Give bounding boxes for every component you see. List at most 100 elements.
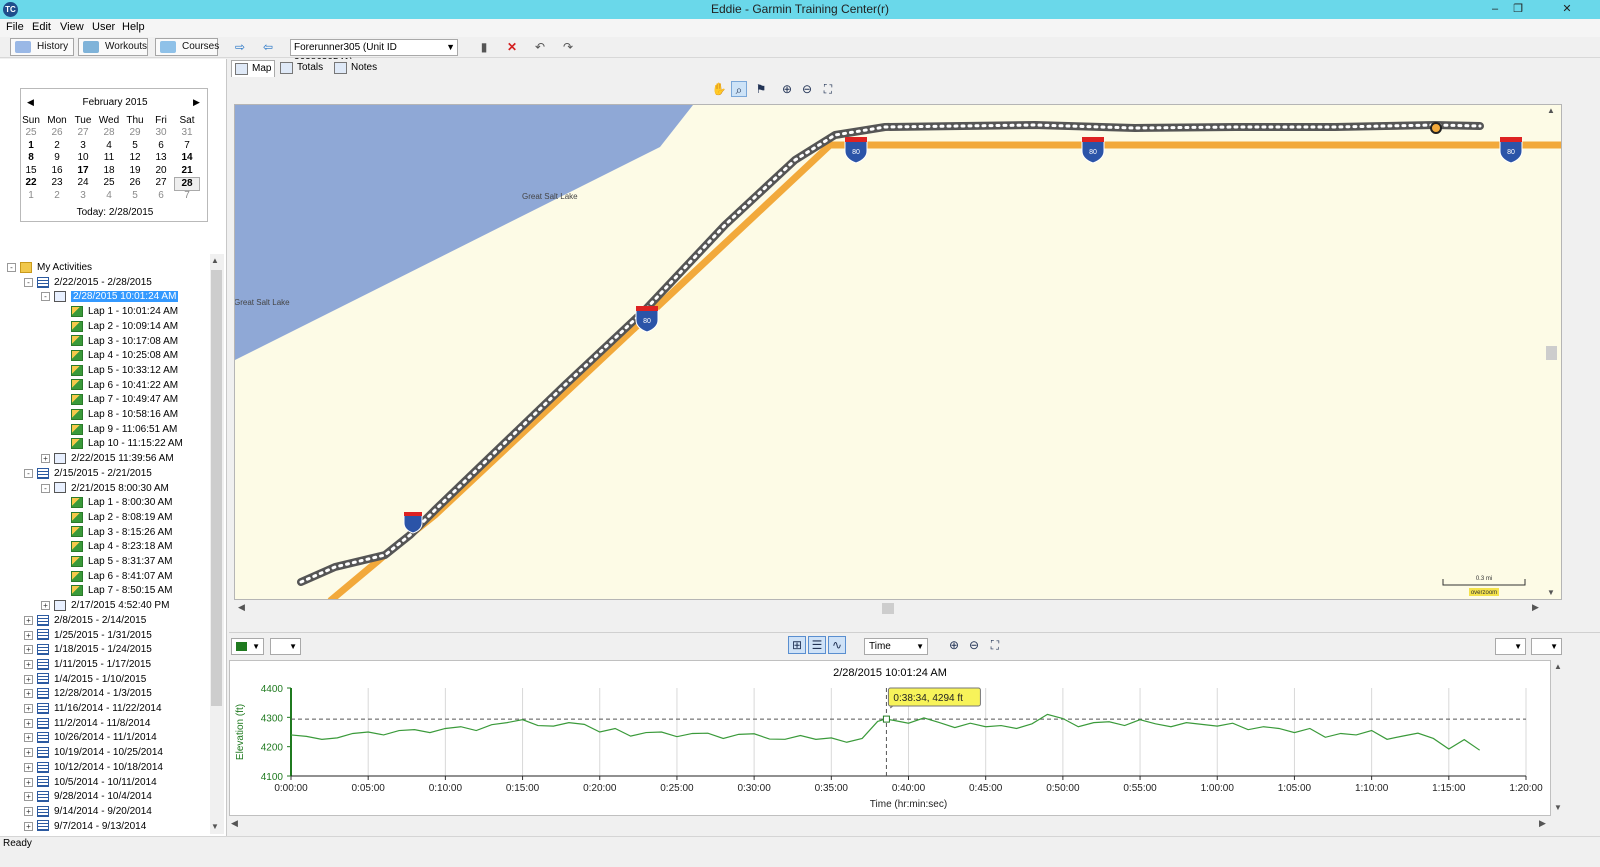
tab-notes[interactable]: Notes	[331, 60, 379, 77]
scroll-right-icon[interactable]: ▶	[1539, 818, 1546, 829]
tree-week[interactable]: 2/15/2015 - 2/21/2015	[37, 466, 152, 481]
save-icon[interactable]: ▮	[475, 40, 493, 54]
tree-lap[interactable]: Lap 2 - 10:09:14 AM	[71, 319, 178, 334]
tree-week[interactable]: 1/4/2015 - 1/10/2015	[37, 672, 146, 687]
tree-lap[interactable]: Lap 7 - 10:49:47 AM	[71, 392, 178, 407]
graph-grid-icon[interactable]: ☰	[808, 636, 826, 654]
tree-activity[interactable]: 2/28/2015 10:01:24 AM	[54, 289, 179, 304]
calendar-day[interactable]: 1	[18, 190, 44, 202]
tree-week[interactable]: 11/16/2014 - 11/22/2014	[37, 701, 162, 716]
redo-icon[interactable]: ↷	[559, 40, 577, 54]
expand-icon[interactable]: +	[24, 733, 33, 743]
expand-icon[interactable]: +	[24, 748, 33, 758]
collapse-icon[interactable]: -	[24, 468, 33, 478]
tree-week[interactable]: 10/12/2014 - 10/18/2014	[37, 760, 163, 775]
calendar-day[interactable]: 2	[44, 190, 70, 202]
expand-icon[interactable]: +	[24, 806, 33, 816]
scroll-down-icon[interactable]: ▼	[211, 822, 219, 831]
tree-lap[interactable]: Lap 3 - 10:17:08 AM	[71, 334, 178, 349]
tree-week[interactable]: 12/28/2014 - 1/3/2015	[37, 686, 152, 701]
scroll-up-icon[interactable]: ▲	[1554, 662, 1562, 671]
tree-week[interactable]: 9/7/2014 - 9/13/2014	[37, 819, 146, 834]
close-button[interactable]: ✕	[1534, 0, 1600, 19]
history-button[interactable]: History	[10, 38, 74, 56]
menu-user[interactable]: User	[92, 21, 115, 33]
x-axis-select[interactable]: Time ▼	[864, 638, 928, 655]
tree-activity[interactable]: 2/17/2015 4:52:40 PM	[54, 598, 169, 613]
calendar-day[interactable]: 21	[174, 165, 200, 177]
right-combo-1[interactable]: ▼	[1495, 638, 1526, 655]
tree-week[interactable]: 1/11/2015 - 1/17/2015	[37, 657, 151, 672]
send-to-device-icon[interactable]: ⇨	[231, 40, 249, 54]
calendar-day[interactable]: 31	[174, 127, 200, 139]
tree-week[interactable]: 10/19/2014 - 10/25/2014	[37, 745, 163, 760]
menu-file[interactable]: File	[6, 21, 24, 33]
tree-week[interactable]: 10/26/2014 - 11/1/2014	[37, 730, 157, 745]
zoom-select-icon[interactable]: ⌕	[731, 81, 747, 97]
tree-lap[interactable]: Lap 6 - 10:41:22 AM	[71, 378, 178, 393]
menu-edit[interactable]: Edit	[32, 21, 51, 33]
tree-lap[interactable]: Lap 1 - 8:00:30 AM	[71, 495, 173, 510]
calendar-day[interactable]: 1	[18, 140, 44, 152]
graph-type-select[interactable]: ▼	[270, 638, 301, 655]
menu-view[interactable]: View	[60, 21, 84, 33]
tree-week[interactable]: 9/28/2014 - 10/4/2014	[37, 789, 152, 804]
calendar-day[interactable]: 3	[70, 140, 96, 152]
delete-icon[interactable]: ✕	[503, 40, 521, 54]
map-hscroll-thumb[interactable]	[882, 603, 894, 614]
map-horizontal-scrollbar[interactable]: ◀ ▶	[234, 602, 1544, 615]
calendar-day[interactable]: 4	[96, 190, 122, 202]
tree-week[interactable]: 10/5/2014 - 10/11/2014	[37, 775, 157, 790]
scroll-left-icon[interactable]: ◀	[238, 602, 245, 613]
tree-week[interactable]: 1/25/2015 - 1/31/2015	[37, 628, 152, 643]
expand-icon[interactable]: +	[24, 630, 33, 640]
expand-icon[interactable]: +	[24, 674, 33, 684]
scroll-up-icon[interactable]: ▲	[211, 256, 219, 265]
expand-icon[interactable]: +	[24, 792, 33, 802]
zoom-fit-icon[interactable]: ⛶	[820, 81, 836, 97]
tree-lap[interactable]: Lap 5 - 10:33:12 AM	[71, 363, 178, 378]
calendar-day[interactable]: 9	[44, 152, 70, 164]
receive-from-device-icon[interactable]: ⇦	[259, 40, 277, 54]
map-vertical-scrollbar[interactable]: ▲ ▼	[1545, 104, 1558, 600]
zoom-in-icon[interactable]: ⊕	[779, 81, 795, 97]
menu-help[interactable]: Help	[122, 21, 145, 33]
scroll-down-icon[interactable]: ▼	[1554, 803, 1562, 812]
tree-lap[interactable]: Lap 8 - 10:58:16 AM	[71, 407, 178, 422]
calendar-day[interactable]: 3	[70, 190, 96, 202]
map-canvas[interactable]: 80 80 80 80 Great Salt Lake Great Salt L…	[234, 104, 1562, 600]
tab-map[interactable]: Map	[231, 60, 275, 77]
expand-icon[interactable]: +	[24, 659, 33, 669]
tree-lap[interactable]: Lap 5 - 8:31:37 AM	[71, 554, 173, 569]
calendar-next-button[interactable]: ▶	[193, 97, 200, 108]
tree-lap[interactable]: Lap 7 - 8:50:15 AM	[71, 583, 173, 598]
minimize-button[interactable]: –	[1483, 0, 1507, 19]
calendar-day[interactable]: 17	[70, 165, 96, 177]
tree-week[interactable]: 1/18/2015 - 1/24/2015	[37, 642, 152, 657]
calendar-day[interactable]: 8	[18, 152, 44, 164]
tree-lap[interactable]: Lap 1 - 10:01:24 AM	[71, 304, 178, 319]
scroll-right-icon[interactable]: ▶	[1532, 602, 1539, 613]
calendar-day[interactable]: 20	[148, 165, 174, 177]
right-combo-2[interactable]: ▼	[1531, 638, 1562, 655]
expand-icon[interactable]: +	[24, 645, 33, 655]
calendar-day[interactable]: 5	[122, 190, 148, 202]
calendar-day[interactable]: 29	[122, 127, 148, 139]
calendar-day[interactable]: 30	[148, 127, 174, 139]
expand-icon[interactable]: +	[24, 777, 33, 787]
expand-icon[interactable]: +	[24, 718, 33, 728]
zoom-out-icon[interactable]: ⊖	[799, 81, 815, 97]
tree-week[interactable]: 9/14/2014 - 9/20/2014	[37, 804, 152, 819]
calendar-day[interactable]: 18	[96, 165, 122, 177]
calendar-day[interactable]: 13	[148, 152, 174, 164]
calendar-day[interactable]: 19	[122, 165, 148, 177]
courses-button[interactable]: Courses	[155, 38, 219, 56]
graph-smooth-icon[interactable]: ∿	[828, 636, 846, 654]
expand-icon[interactable]: +	[24, 615, 33, 625]
expand-icon[interactable]: +	[24, 689, 33, 699]
calendar-day[interactable]: 15	[18, 165, 44, 177]
graph-zoom-in-icon[interactable]: ⊕	[946, 637, 962, 653]
collapse-icon[interactable]: -	[24, 277, 33, 287]
tree-lap[interactable]: Lap 4 - 10:25:08 AM	[71, 348, 178, 363]
calendar-day[interactable]: 27	[70, 127, 96, 139]
